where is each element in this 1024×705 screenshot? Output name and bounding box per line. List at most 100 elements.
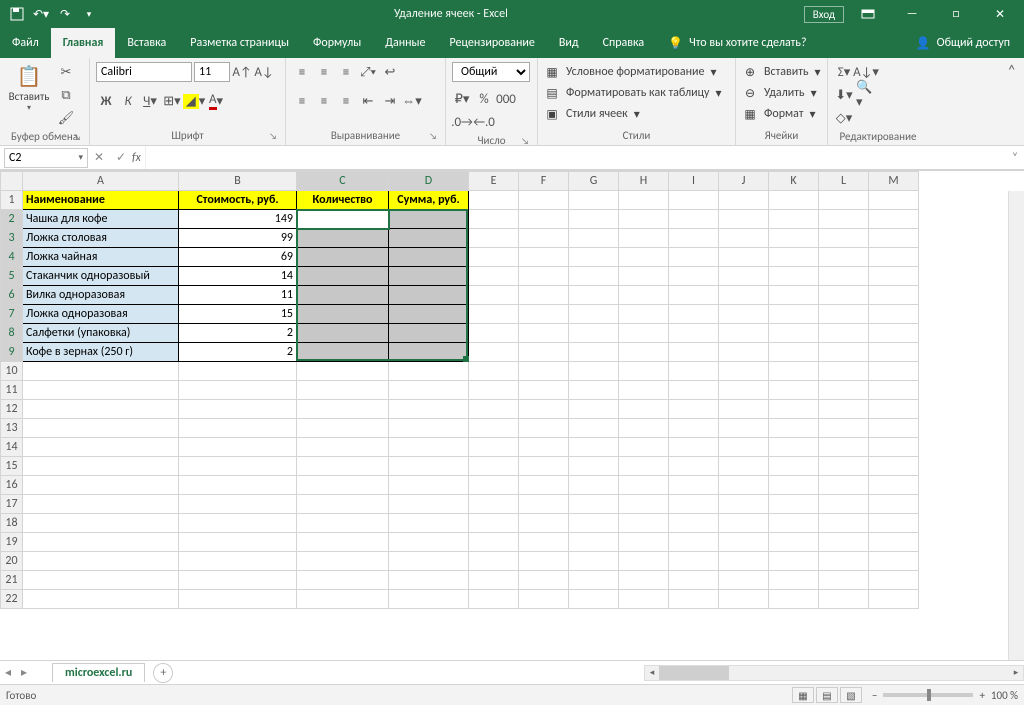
cell[interactable] [769,590,819,609]
cell[interactable] [869,514,919,533]
cell[interactable] [519,191,569,210]
cell[interactable] [569,229,619,248]
cell[interactable] [669,381,719,400]
cell[interactable] [469,400,519,419]
cell[interactable] [719,438,769,457]
cell[interactable] [769,229,819,248]
cell[interactable] [179,476,297,495]
cell[interactable] [769,419,819,438]
cell[interactable] [619,343,669,362]
cell[interactable] [569,514,619,533]
cell[interactable] [297,533,389,552]
cell[interactable]: 2 [179,324,297,343]
cell[interactable] [719,191,769,210]
cell[interactable] [389,362,469,381]
borders-icon[interactable]: ⊞▾ [162,91,182,111]
currency-icon[interactable]: ₽▾ [452,89,472,109]
row-header[interactable]: 20 [1,552,23,571]
column-header[interactable]: A [23,172,179,191]
decrease-font-icon[interactable]: A↓ [254,62,274,82]
cell[interactable]: 11 [179,286,297,305]
cell[interactable] [669,191,719,210]
cell[interactable] [669,419,719,438]
cell[interactable] [769,324,819,343]
row-header[interactable]: 15 [1,457,23,476]
cell[interactable] [669,571,719,590]
autosum-icon[interactable]: Σ▾ [834,62,854,82]
cell[interactable] [869,191,919,210]
font-name-input[interactable] [96,62,192,82]
cell[interactable] [869,533,919,552]
cell[interactable] [389,286,469,305]
dialog-launcher-icon[interactable]: ↘ [73,132,81,143]
column-header[interactable]: M [869,172,919,191]
cell[interactable] [297,381,389,400]
cell[interactable] [719,419,769,438]
cell[interactable] [869,438,919,457]
cell[interactable] [389,229,469,248]
cell[interactable] [389,590,469,609]
cell[interactable] [619,362,669,381]
conditional-format-button[interactable]: ▦Условное форматирование▾ [544,62,722,82]
decrease-decimal-icon[interactable]: ←.0 [474,112,494,132]
column-header[interactable]: G [569,172,619,191]
collapse-ribbon-icon[interactable]: ˄ [999,58,1024,145]
cell[interactable] [179,419,297,438]
cell[interactable] [819,571,869,590]
cell[interactable] [569,362,619,381]
number-format-select[interactable]: Общий [452,62,530,82]
cell[interactable] [569,533,619,552]
tab-рецензирование[interactable]: Рецензирование [438,28,547,58]
cell[interactable] [179,514,297,533]
cell[interactable]: 14 [179,267,297,286]
cell[interactable] [619,248,669,267]
cell[interactable] [869,400,919,419]
column-header[interactable]: H [619,172,669,191]
cell[interactable] [669,305,719,324]
cell[interactable] [389,267,469,286]
column-header[interactable]: D [389,172,469,191]
cell[interactable] [297,210,389,229]
cell[interactable] [389,248,469,267]
increase-font-icon[interactable]: A↑ [232,62,252,82]
cell[interactable] [469,552,519,571]
row-header[interactable]: 18 [1,514,23,533]
cell[interactable] [569,457,619,476]
cell[interactable] [569,267,619,286]
cell[interactable] [869,571,919,590]
minimize-icon[interactable]: — [892,0,932,28]
font-color-icon[interactable]: А▾ [206,91,226,111]
cell[interactable] [619,210,669,229]
cell[interactable] [179,571,297,590]
row-header[interactable]: 13 [1,419,23,438]
tell-me[interactable]: 💡 Что вы хотите сделать? [668,28,806,58]
cell[interactable] [869,267,919,286]
cell[interactable] [619,229,669,248]
cell[interactable] [869,324,919,343]
cell[interactable] [519,362,569,381]
cell[interactable] [719,343,769,362]
cell[interactable] [619,324,669,343]
cell[interactable] [869,229,919,248]
cell[interactable] [719,495,769,514]
cell[interactable] [179,552,297,571]
row-header[interactable]: 1 [1,191,23,210]
cell[interactable] [769,362,819,381]
cell[interactable] [23,362,179,381]
cancel-formula-icon[interactable]: ✕ [88,150,110,165]
cell[interactable]: 69 [179,248,297,267]
cell[interactable] [769,343,819,362]
close-icon[interactable]: ✕ [980,0,1020,28]
bold-icon[interactable]: Ж [96,91,116,111]
row-header[interactable]: 14 [1,438,23,457]
cell[interactable] [719,248,769,267]
cell[interactable] [389,457,469,476]
cell[interactable] [469,495,519,514]
cell[interactable] [297,324,389,343]
cell[interactable] [769,286,819,305]
cell[interactable] [469,305,519,324]
cell[interactable] [619,305,669,324]
cell[interactable] [23,495,179,514]
column-header[interactable]: J [719,172,769,191]
tab-формулы[interactable]: Формулы [301,28,373,58]
